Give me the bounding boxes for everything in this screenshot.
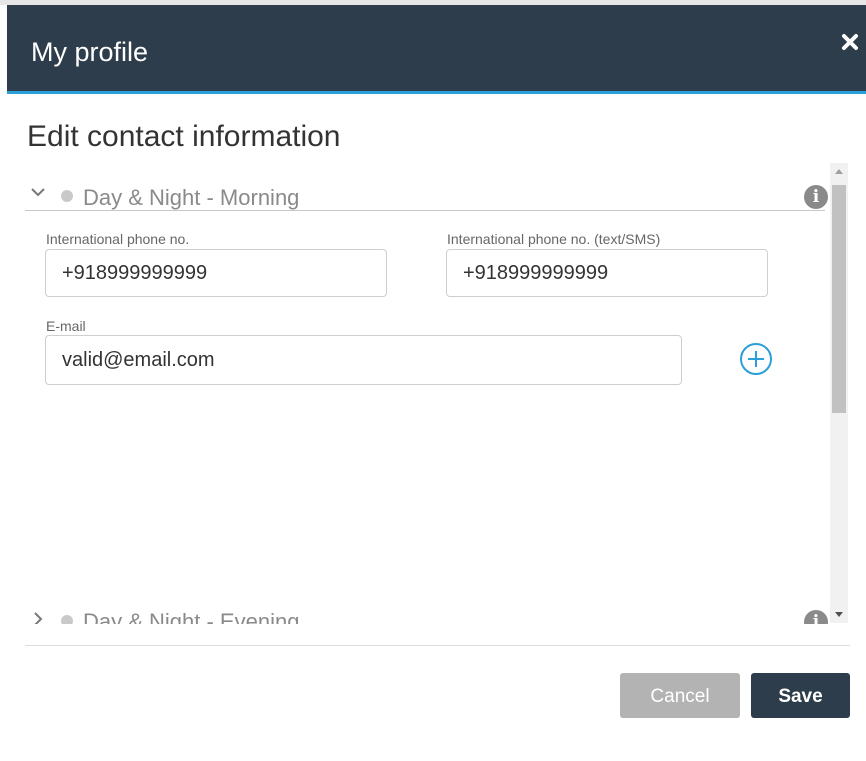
status-dot: [61, 615, 73, 624]
scrollbar-thumb[interactable]: [832, 185, 846, 413]
dialog-title: My profile: [31, 37, 149, 67]
scroll-up-arrow-icon[interactable]: [830, 163, 848, 181]
header-accent-bar: [7, 91, 866, 94]
email-input[interactable]: valid@email.com: [45, 335, 682, 385]
dialog-header: My profile: [7, 5, 866, 91]
section-header-evening[interactable]: Day & Night - Evening i: [30, 606, 830, 624]
section-header-morning[interactable]: Day & Night - Morning i: [30, 176, 828, 210]
email-label: E-mail: [46, 318, 86, 334]
close-icon[interactable]: [839, 31, 861, 53]
section-divider: [25, 210, 825, 211]
section-label: Day & Night - Morning: [83, 185, 300, 210]
cancel-button[interactable]: Cancel: [620, 673, 740, 718]
chevron-down-icon[interactable]: [30, 184, 46, 200]
footer-divider: [25, 645, 850, 646]
intl-phone-label: International phone no.: [46, 231, 190, 247]
intl-phone-input[interactable]: +918999999999: [45, 249, 387, 297]
scroll-down-arrow-icon[interactable]: [830, 605, 848, 623]
info-icon[interactable]: i: [804, 185, 828, 209]
section-label: Day & Night - Evening: [83, 609, 300, 624]
intl-phone-sms-input[interactable]: +918999999999: [446, 249, 768, 297]
intl-phone-sms-label: International phone no. (text/SMS): [447, 231, 661, 247]
save-button[interactable]: Save: [751, 673, 850, 718]
status-dot: [61, 190, 73, 202]
info-icon[interactable]: i: [804, 610, 828, 624]
contact-scroll-area: Day & Night - Morning i International ph…: [25, 166, 850, 624]
chevron-right-icon[interactable]: [30, 611, 46, 624]
plus-circle-icon[interactable]: [739, 342, 773, 376]
page-subtitle: Edit contact information: [27, 120, 341, 153]
vertical-scrollbar[interactable]: [830, 163, 848, 623]
